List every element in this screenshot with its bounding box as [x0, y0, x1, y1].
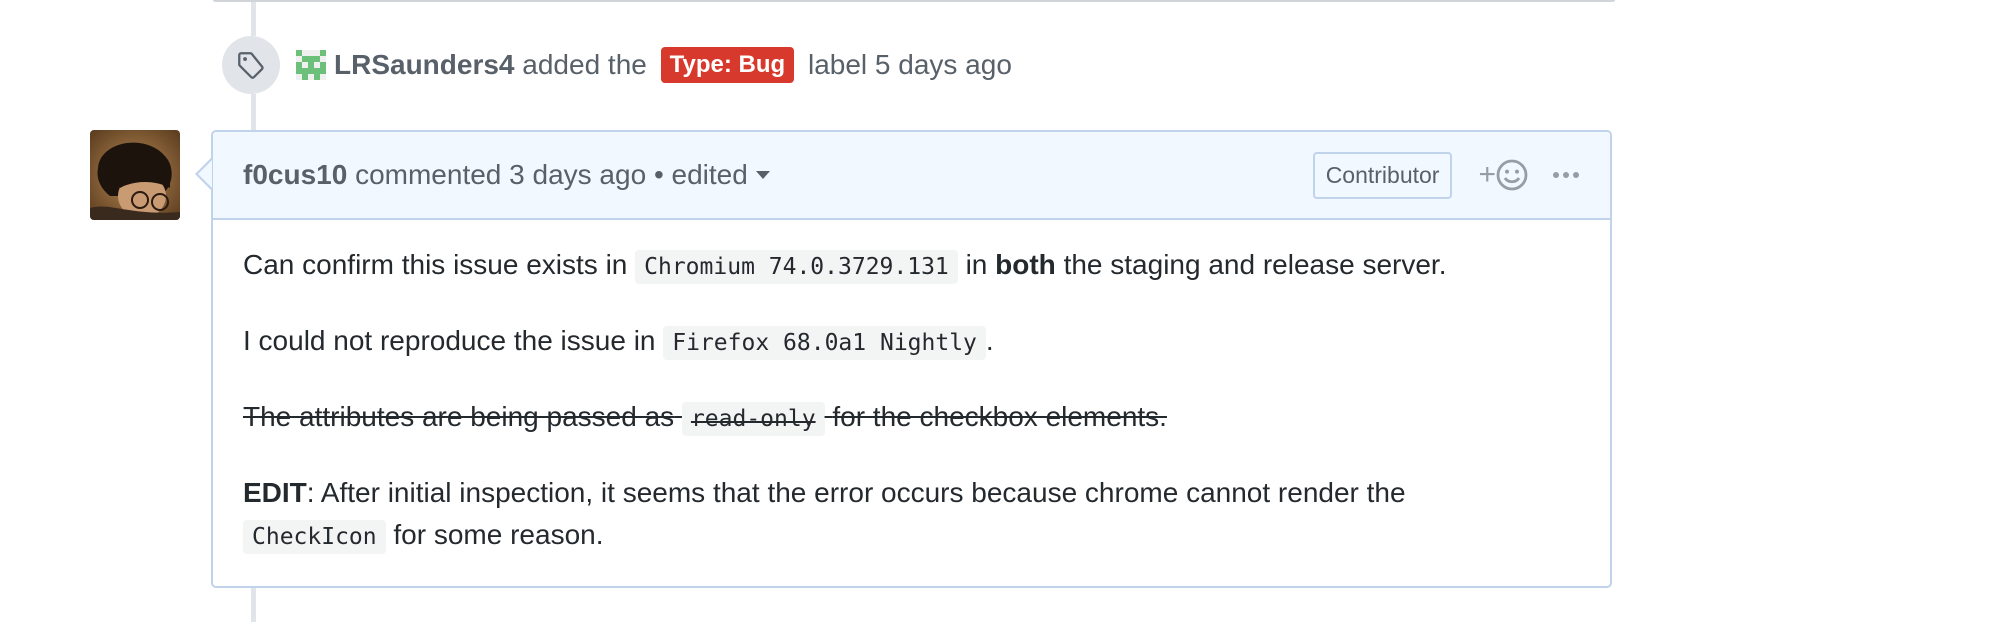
timeline-line: [251, 0, 256, 36]
previous-comment-edge: [212, 0, 1616, 2]
chevron-down-icon: [755, 171, 770, 179]
type-bug-label[interactable]: Type: Bug: [660, 47, 795, 83]
firefox-version-code: Firefox 68.0a1 Nightly: [663, 326, 986, 360]
paragraph-2: I could not reproduce the issue in Firef…: [243, 320, 1580, 364]
smiley-icon: [1496, 159, 1528, 191]
kebab-horizontal-icon: [1553, 172, 1579, 178]
p3-text-after: for the checkbox elements.: [832, 401, 1167, 432]
event-text: LRSaunders4 added the Type: Bug label 5 …: [334, 47, 1012, 83]
add-reaction-button[interactable]: +: [1478, 158, 1528, 192]
separator-dot: •: [653, 159, 664, 190]
p1-bold-text: both: [995, 249, 1056, 280]
header-actions: Contributor +: [1312, 132, 1580, 218]
paragraph-4: EDIT: After initial inspection, it seems…: [243, 472, 1580, 558]
p4-text-after: for some reason.: [393, 519, 604, 550]
event-author-link[interactable]: LRSaunders4: [334, 49, 515, 80]
plus-icon: +: [1478, 158, 1496, 191]
contributor-badge: Contributor: [1312, 151, 1453, 199]
comment-body: Can confirm this issue exists in Chromiu…: [213, 220, 1610, 582]
timeline-line: [251, 588, 256, 622]
p3-text-before: The attributes are being passed as: [243, 401, 675, 432]
p1-text-after: the staging and release server.: [1063, 249, 1447, 280]
event-author-avatar[interactable]: [296, 50, 326, 80]
commenter-link[interactable]: f0cus10: [243, 159, 347, 190]
p2-text-before: I could not reproduce the issue in: [243, 325, 656, 356]
paragraph-3-strikethrough: The attributes are being passed as read-…: [243, 396, 1580, 440]
tag-icon: [222, 36, 280, 94]
comment-meta: f0cus10 commented 3 days ago • edited: [243, 159, 770, 191]
comment-action-text: commented: [355, 159, 502, 190]
more-options-button[interactable]: [1552, 171, 1580, 179]
p1-text-before: Can confirm this issue exists in: [243, 249, 628, 280]
label-event: LRSaunders4 added the Type: Bug label 5 …: [222, 36, 1012, 94]
comment-timestamp[interactable]: 3 days ago: [509, 159, 646, 190]
checkicon-code: CheckIcon: [243, 520, 386, 554]
edited-label: edited: [671, 159, 748, 190]
edit-bold-label: EDIT: [243, 477, 307, 508]
timeline-line: [251, 94, 256, 130]
event-action-text: added the: [522, 49, 647, 80]
comment-box: f0cus10 commented 3 days ago • edited Co…: [211, 130, 1612, 588]
p1-text-middle: in: [965, 249, 988, 280]
comment-header: f0cus10 commented 3 days ago • edited Co…: [213, 132, 1610, 220]
commenter-avatar[interactable]: [90, 130, 180, 220]
p4-text-before: : After initial inspection, it seems tha…: [306, 477, 1406, 508]
p2-text-after: .: [985, 325, 994, 356]
chromium-version-code: Chromium 74.0.3729.131: [635, 250, 958, 284]
comment-pointer-fill: [198, 160, 212, 188]
paragraph-1: Can confirm this issue exists in Chromiu…: [243, 244, 1580, 288]
event-suffix-text: label 5 days ago: [807, 49, 1012, 80]
read-only-code: read-only: [681, 402, 825, 436]
edited-dropdown[interactable]: edited: [672, 159, 770, 190]
